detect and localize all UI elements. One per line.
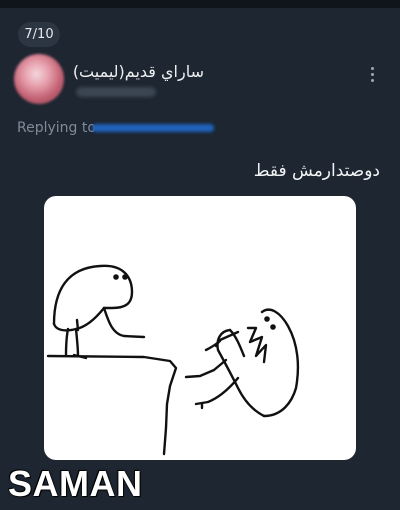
drawing-illustration xyxy=(46,264,300,456)
avatar[interactable] xyxy=(14,54,64,104)
top-bar xyxy=(0,0,400,8)
watermark-text: SAMAN xyxy=(8,463,143,504)
media-counter: 7/10 xyxy=(18,22,60,47)
replying-to-label: Replying to xyxy=(17,120,96,136)
tweet-screen: 7/10 ساراي قديم(ليميت) Replying to دوصتد… xyxy=(0,0,400,510)
display-name[interactable]: ساراي قديم(ليميت) xyxy=(73,60,204,84)
media-image[interactable] xyxy=(44,196,356,460)
replying-to-handle[interactable] xyxy=(92,124,214,132)
tweet-text: دوصتدارمش فقط xyxy=(253,161,380,181)
more-vertical-icon[interactable] xyxy=(367,64,377,84)
username-handle[interactable] xyxy=(76,87,156,97)
